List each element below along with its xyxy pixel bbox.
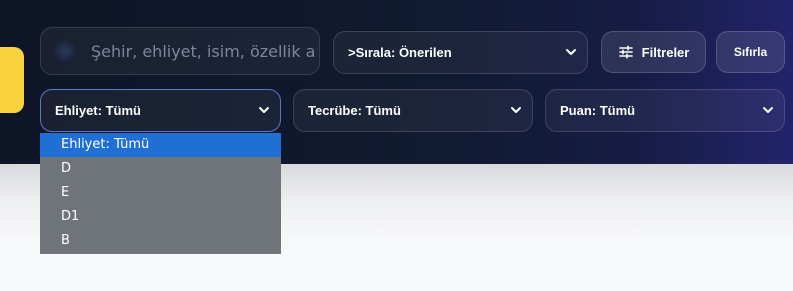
side-tab[interactable] [0, 47, 24, 113]
search-icon [55, 41, 75, 61]
chevron-down-icon [511, 106, 521, 113]
experience-select-label: Tecrübe: Tümü [308, 103, 401, 118]
dropdown-option[interactable]: D1 [40, 205, 281, 229]
dropdown-option[interactable]: E [40, 181, 281, 205]
dropdown-option[interactable]: Ehliyet: Tümü [40, 133, 281, 157]
rating-select-label: Puan: Tümü [560, 103, 636, 118]
sort-select[interactable]: >Sırala: Önerilen [333, 31, 588, 74]
sliders-icon [618, 45, 633, 59]
dropdown-option[interactable]: B [40, 229, 281, 253]
license-select-label: Ehliyet: Tümü [55, 103, 141, 118]
search-box[interactable] [40, 27, 320, 75]
rating-select[interactable]: Puan: Tümü [545, 89, 785, 132]
filters-button[interactable]: Filtreler [601, 31, 706, 73]
chevron-down-icon [259, 106, 269, 113]
license-dropdown-list: Ehliyet: Tümü D E D1 B [40, 133, 281, 254]
reset-button-label: Sıfırla [733, 45, 768, 59]
chevron-down-icon [763, 106, 773, 113]
search-input[interactable] [89, 40, 319, 62]
reset-button[interactable]: Sıfırla [716, 31, 785, 73]
dropdown-option[interactable]: D [40, 157, 281, 181]
experience-select[interactable]: Tecrübe: Tümü [293, 89, 533, 132]
filters-button-label: Filtreler [641, 44, 690, 60]
license-select[interactable]: Ehliyet: Tümü [40, 89, 281, 132]
chevron-down-icon [566, 48, 576, 55]
sort-select-label: >Sırala: Önerilen [348, 45, 452, 60]
